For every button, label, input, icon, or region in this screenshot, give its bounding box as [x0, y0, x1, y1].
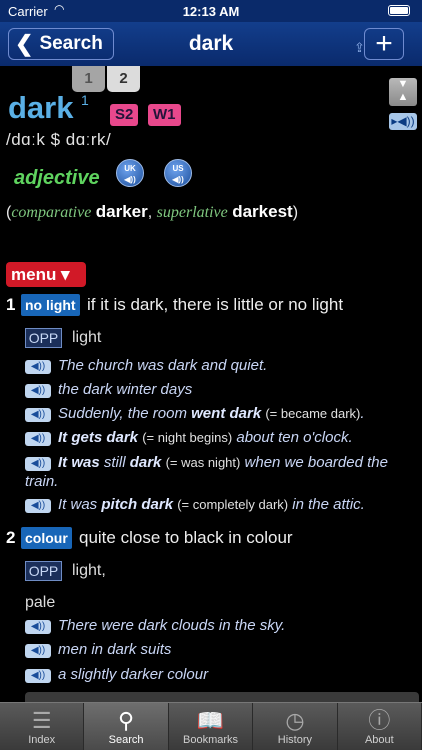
- example-audio-icon[interactable]: ◀)): [25, 644, 51, 658]
- status-bar: Carrier ◠ 12:13 AM: [0, 0, 422, 22]
- sense-number: 1: [6, 295, 16, 314]
- tab-bookmarks[interactable]: 📖 Bookmarks: [169, 703, 254, 750]
- example-sentence: ◀)) There were dark clouds in the sky.: [25, 616, 410, 635]
- collocation: It was: [58, 454, 100, 471]
- tab-label: History: [277, 734, 313, 746]
- example-sentence: ◀)) The church was dark and quiet.: [25, 356, 410, 375]
- example-sentence: ◀)) a slightly darker colour: [25, 665, 410, 684]
- tab-search[interactable]: ⚲ Search: [84, 703, 169, 750]
- clock-label: 12:13 AM: [182, 4, 240, 19]
- expand-collapse-arrows-icon[interactable]: ▼ ▲: [389, 78, 417, 106]
- example-text: .: [360, 405, 365, 422]
- pronunciation: /dɑːk $ dɑːrk/: [6, 130, 112, 149]
- sense-menu-button[interactable]: menu ▾: [6, 262, 86, 287]
- example-audio-icon[interactable]: ◀)): [25, 408, 51, 422]
- collocation: pitch dark: [101, 496, 174, 513]
- speaker-icon: ◀)): [172, 175, 184, 184]
- frequency-badge-spoken: S2: [110, 104, 139, 126]
- gloss: (= was night): [165, 455, 241, 470]
- example-audio-icon[interactable]: ◀)): [25, 384, 51, 398]
- homograph-tabs: 1 2: [72, 66, 140, 92]
- grammar-forms: (comparative darker, superlative darkest…: [6, 202, 298, 222]
- magnifier-icon: ⚲: [118, 708, 135, 733]
- tab-bar: ☰ Index ⚲ Search 📖 Bookmarks ◷ History ⓘ…: [0, 702, 422, 750]
- part-of-speech: adjective: [14, 167, 100, 189]
- example-audio-icon[interactable]: ◀)): [25, 669, 51, 683]
- example-sentence: ◀)) Suddenly, the room went dark (= becam…: [25, 404, 410, 423]
- battery-icon: [388, 5, 410, 16]
- example-sentence: ◀)) It gets dark (= night begins) about t…: [25, 428, 410, 447]
- comparative-label: comparative: [11, 204, 92, 221]
- example-sentence: ◀)) the dark winter days: [25, 380, 410, 399]
- signpost: colour: [21, 527, 72, 549]
- example-text: still: [103, 454, 126, 471]
- us-audio-label: US: [172, 164, 184, 173]
- tab-index[interactable]: ☰ Index: [0, 703, 85, 750]
- add-bookmark-button[interactable]: +: [364, 28, 404, 60]
- list-icon: ☰: [31, 708, 52, 733]
- navigation-bar: ❮ Search dark ⇪ +: [0, 22, 422, 66]
- example-text: about ten o'clock.: [236, 429, 353, 446]
- speaker-icon: ◀)): [124, 175, 136, 184]
- definition: if it is dark, there is little or no lig…: [87, 295, 344, 314]
- uk-audio-button[interactable]: UK ◀)): [116, 159, 144, 187]
- headword: dark: [8, 90, 74, 125]
- collocation: went dark: [191, 405, 262, 422]
- definition: quite close to black in colour: [79, 528, 293, 547]
- opposite-link[interactable]: light,: [72, 562, 106, 580]
- clock-icon: ◷: [285, 708, 305, 733]
- example-sentence: ◀)) It was pitch dark (= completely dark)…: [25, 495, 410, 514]
- example-audio-icon[interactable]: ◀)): [25, 360, 51, 374]
- tab-label: Search: [108, 734, 144, 746]
- comparative-form: darker: [95, 202, 148, 221]
- tab-label: Bookmarks: [183, 734, 239, 746]
- opposite-label: OPP: [25, 561, 62, 581]
- example-text: It was: [58, 496, 98, 513]
- example-text: There were dark clouds in the sky.: [58, 617, 286, 634]
- tab-about[interactable]: ⓘ About: [338, 703, 422, 750]
- play-all-audio-icon[interactable]: ▸◀)): [389, 113, 417, 130]
- forms-separator: ,: [147, 204, 153, 221]
- frequency-badge-written: W1: [148, 104, 181, 126]
- example-text: The church was dark and quiet.: [58, 357, 268, 374]
- tab-label: About: [364, 734, 394, 746]
- example-text: Suddenly, the room: [58, 405, 187, 422]
- book-icon: 📖: [196, 708, 225, 733]
- example-text: a slightly darker colour: [58, 666, 209, 683]
- example-sentence: ◀)) It was still dark (= was night) when …: [25, 453, 410, 491]
- collocation: It gets dark: [58, 429, 139, 446]
- example-audio-icon[interactable]: ◀)): [25, 457, 51, 471]
- example-audio-icon[interactable]: ◀)): [25, 499, 51, 513]
- tab-label: Index: [28, 734, 56, 746]
- homograph-number: 1: [81, 92, 89, 108]
- gloss: (= night begins): [142, 430, 233, 445]
- next-section-header: [25, 692, 419, 702]
- info-icon: ⓘ: [368, 708, 391, 733]
- superlative-form: darkest: [232, 202, 293, 221]
- homograph-tab-2[interactable]: 2: [107, 66, 140, 92]
- tab-history[interactable]: ◷ History: [253, 703, 338, 750]
- example-text: in the attic.: [292, 496, 365, 513]
- gloss: (= became dark): [265, 406, 361, 421]
- example-sentence: ◀)) men in dark suits: [25, 640, 410, 659]
- sense-number: 2: [6, 528, 16, 547]
- gloss: (= completely dark): [177, 497, 289, 512]
- uk-audio-label: UK: [124, 164, 136, 173]
- homograph-tab-1[interactable]: 1: [72, 66, 105, 92]
- example-audio-icon[interactable]: ◀)): [25, 620, 51, 634]
- signpost: no light: [21, 294, 80, 316]
- collocation: dark: [129, 454, 162, 471]
- forms-close-paren: ): [292, 204, 299, 221]
- us-audio-button[interactable]: US ◀)): [164, 159, 192, 187]
- superlative-label: superlative: [156, 204, 228, 221]
- opposite-label: OPP: [25, 328, 62, 348]
- example-text: the dark winter days: [58, 381, 193, 398]
- opposite-link[interactable]: pale: [25, 594, 55, 612]
- opposite-link[interactable]: light: [72, 329, 101, 347]
- example-audio-icon[interactable]: ◀)): [25, 432, 51, 446]
- example-text: men in dark suits: [58, 641, 172, 658]
